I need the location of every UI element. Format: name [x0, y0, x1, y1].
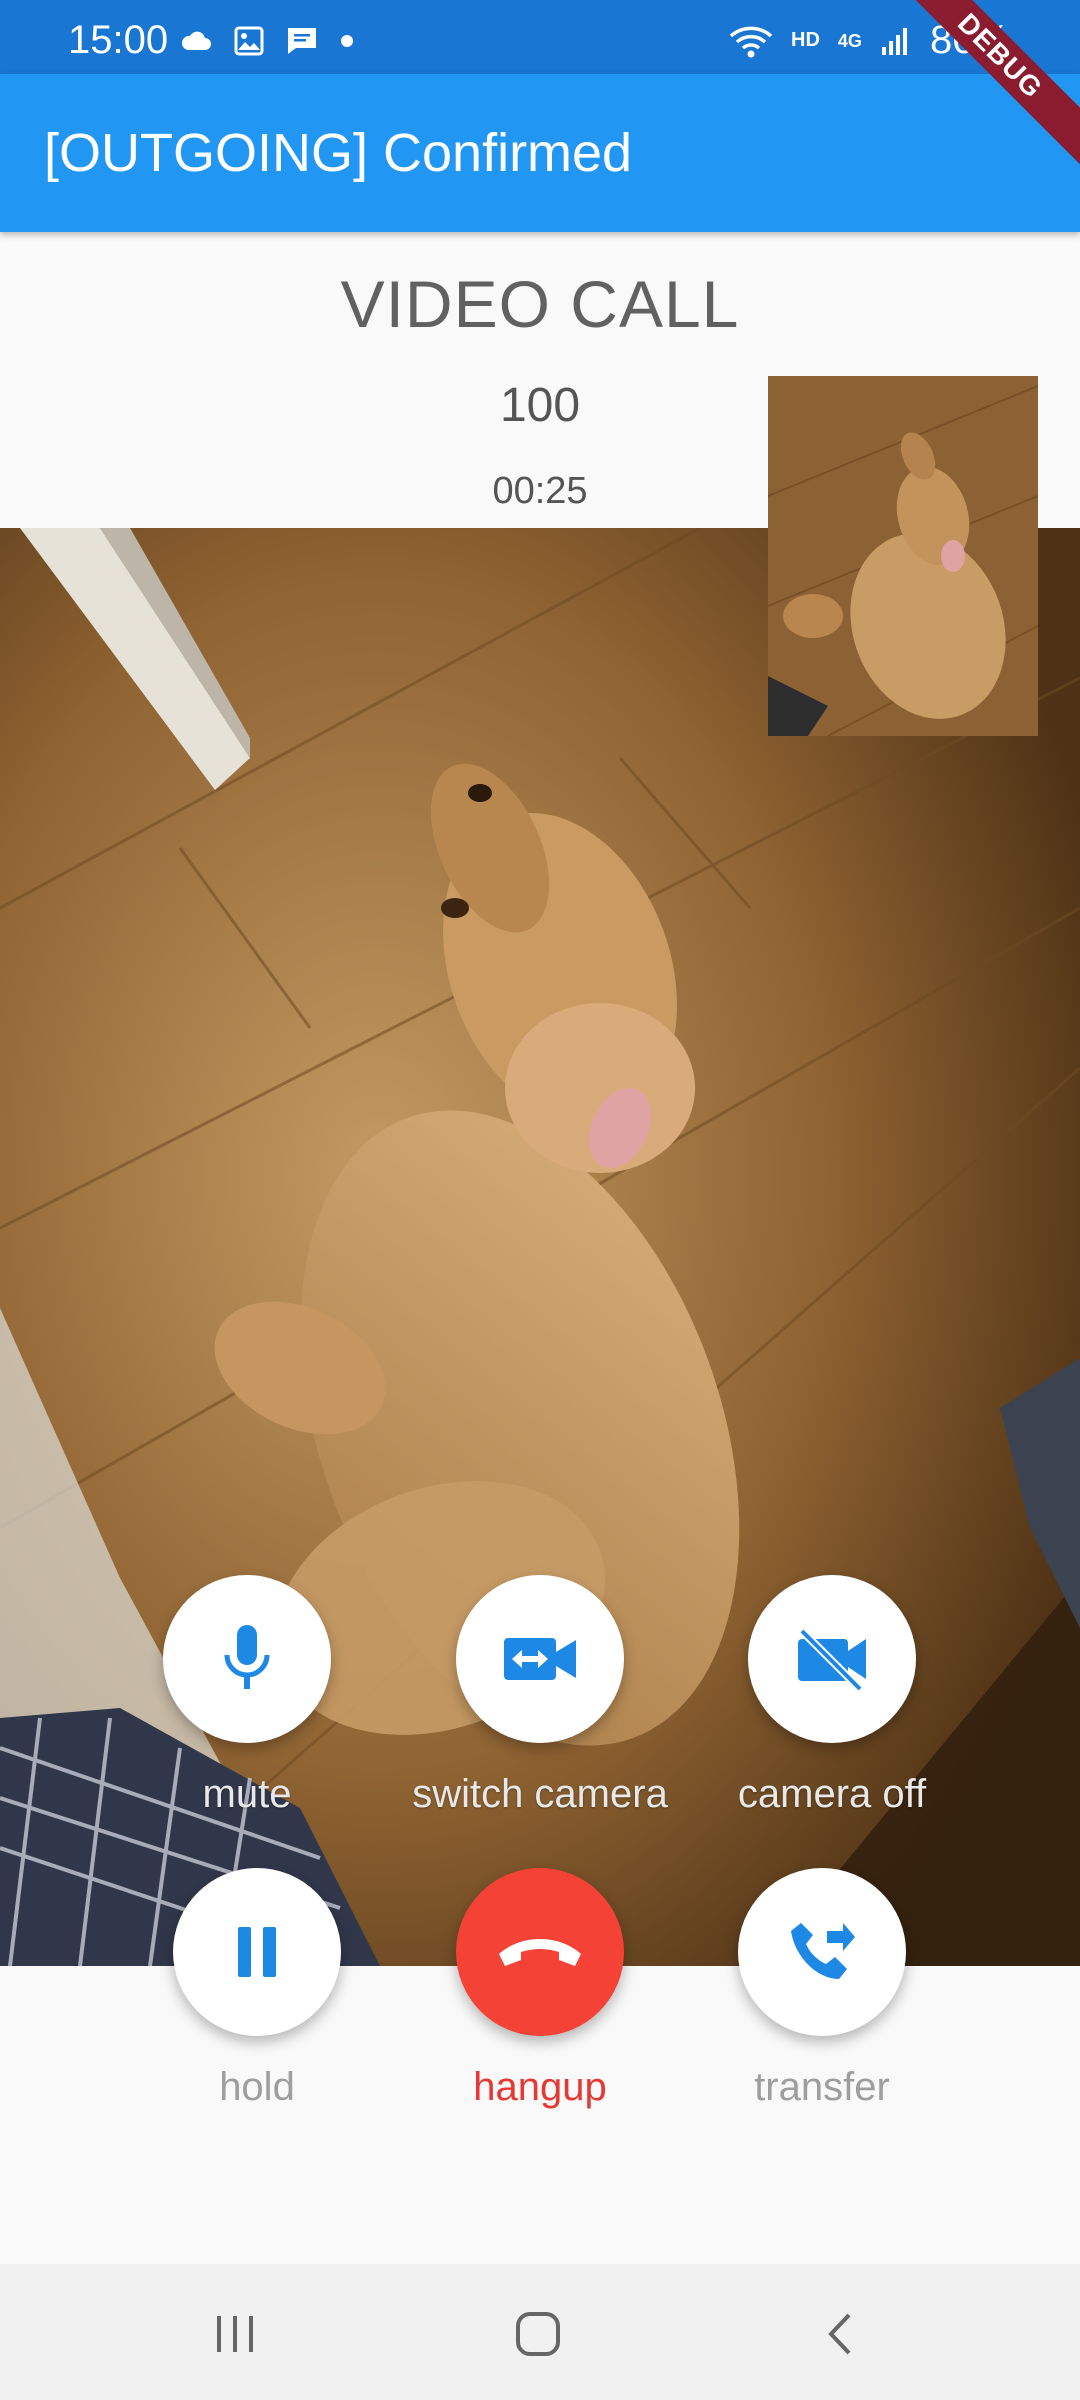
image-icon: [234, 26, 264, 56]
phone-forward-icon: [791, 1923, 855, 1979]
transfer-label: transfer: [754, 2065, 890, 2109]
camera-off-label: camera off: [737, 1772, 927, 1816]
call-type-label: VIDEO CALL: [340, 267, 740, 341]
mute-label: mute: [202, 1772, 292, 1816]
wifi-icon: [729, 26, 773, 57]
hold-label: hold: [219, 2065, 295, 2109]
remote-video-frame: [0, 528, 1080, 1966]
microphone-icon: [224, 1625, 270, 1689]
camera-off-button[interactable]: [748, 1575, 916, 1743]
remote-video: [0, 528, 1080, 1966]
signal-icon: [881, 27, 907, 55]
cloud-icon: [181, 31, 211, 50]
notification-icons: [180, 26, 354, 56]
mute-button[interactable]: [163, 1575, 331, 1743]
switch-camera-button[interactable]: [456, 1575, 624, 1743]
message-icon: [288, 28, 316, 54]
status-bar: 15:00 HD 4G 86%: [0, 0, 1080, 74]
camera-off-icon: [798, 1628, 866, 1691]
recent-apps-icon: [217, 2316, 253, 2352]
app-title: [OUTGOING] Confirmed: [44, 123, 633, 183]
hangup-icon: [499, 1939, 581, 1966]
hangup-button[interactable]: [456, 1868, 624, 2036]
home-button[interactable]: [478, 2294, 598, 2374]
network-type: 4G: [837, 30, 862, 51]
home-icon: [516, 2312, 560, 2356]
hangup-label: hangup: [473, 2065, 607, 2109]
pause-icon: [238, 1927, 276, 1977]
status-time: 15:00: [68, 18, 169, 62]
hd-badge: HD: [791, 29, 820, 51]
back-button[interactable]: [780, 2294, 900, 2374]
call-screen: 15:00 HD 4G 86% DEBUG [OUTGOING] Confirm…: [0, 0, 1080, 2400]
switch-camera-icon: [504, 1638, 576, 1680]
system-nav-bar: [0, 2264, 1080, 2400]
recent-apps-button[interactable]: [175, 2294, 295, 2374]
local-video-frame: [768, 376, 1038, 736]
switch-camera-label: switch camera: [412, 1772, 668, 1816]
dot-icon: [341, 35, 353, 47]
hold-button[interactable]: [173, 1868, 341, 2036]
back-icon: [828, 2313, 851, 2355]
transfer-button[interactable]: [738, 1868, 906, 2036]
local-video-preview[interactable]: [768, 376, 1038, 736]
app-bar: [OUTGOING] Confirmed: [0, 74, 1080, 232]
